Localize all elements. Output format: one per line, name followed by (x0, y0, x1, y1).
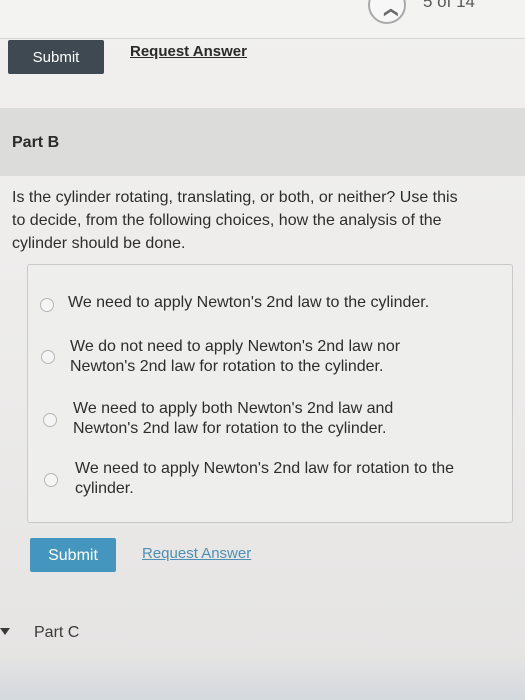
choice-text: We need to apply both Newton's 2nd law a… (73, 400, 394, 417)
question-line: to decide, from the following choices, h… (12, 212, 442, 229)
chevron-down-icon: ❯ (381, 6, 398, 19)
choice-text: Newton's 2nd law for rotation to the cyl… (70, 358, 384, 375)
choice-text: We do not need to apply Newton's 2nd law… (70, 338, 401, 355)
page-counter: 5 of 14 (423, 0, 475, 11)
radio-button[interactable] (40, 298, 54, 312)
submit-button[interactable]: Submit (30, 538, 116, 572)
choice-text: cylinder. (75, 480, 134, 497)
page: ❯ 5 of 14 Submit Request Answer Part B I… (0, 0, 525, 700)
choice-text: We need to apply Newton's 2nd law for ro… (75, 460, 454, 477)
question-line: cylinder should be done. (12, 235, 186, 252)
submit-button-top[interactable]: Submit (8, 40, 104, 74)
radio-button[interactable] (44, 473, 58, 487)
choices-box: We need to apply Newton's 2nd law to the… (27, 264, 513, 523)
radio-button[interactable] (41, 350, 55, 364)
request-answer-link-top[interactable]: Request Answer (130, 43, 247, 60)
radio-button[interactable] (43, 413, 57, 427)
request-answer-link[interactable]: Request Answer (142, 545, 251, 562)
bottom-shade (0, 655, 525, 700)
part-c-title[interactable]: Part C (34, 624, 79, 642)
question-line: Is the cylinder rotating, translating, o… (12, 189, 458, 206)
choice-text: We need to apply Newton's 2nd law to the… (68, 294, 430, 311)
caret-down-icon[interactable] (0, 628, 10, 635)
part-b-title: Part B (12, 134, 60, 151)
part-b-header (0, 108, 525, 176)
question-text: Is the cylinder rotating, translating, o… (12, 186, 512, 255)
choice-text: Newton's 2nd law for rotation to the cyl… (73, 420, 387, 437)
